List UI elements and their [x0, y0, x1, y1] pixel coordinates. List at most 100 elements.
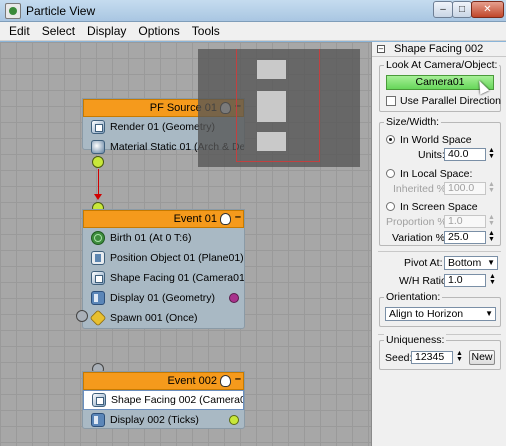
menu-edit[interactable]: Edit [3, 22, 36, 41]
inherited-spinner[interactable]: ▲ ▼ [488, 181, 495, 195]
operator-label: Display 002 (Ticks) [110, 414, 199, 426]
display-color-swatch[interactable] [229, 415, 239, 425]
title-bar[interactable]: Particle View – □ ✕ [0, 0, 506, 22]
wh-ratio-label: W/H Ratio: [399, 275, 450, 287]
spinner-down-icon: ▼ [488, 236, 495, 243]
screen-space-radio[interactable] [386, 202, 395, 211]
spawn-icon [89, 309, 107, 327]
operator-row[interactable]: Position Object 01 (Plane01) [83, 248, 244, 268]
wire-arrow-icon [94, 194, 102, 200]
geometry-render-icon [91, 120, 105, 134]
world-space-radio[interactable] [386, 135, 395, 144]
navigator-thumbnail [256, 59, 287, 80]
collapse-icon[interactable]: – [235, 211, 241, 223]
pivot-at-label: Pivot At: [404, 257, 443, 269]
wh-ratio-field[interactable]: 1.0 [444, 274, 486, 287]
orientation-group: Orientation: Align to Horizon ▼ [379, 291, 501, 327]
display-icon [91, 413, 105, 427]
operator-label: Birth 01 (At 0 T:6) [110, 232, 192, 244]
shape-facing-icon [91, 271, 105, 285]
proportion-spinner[interactable]: ▲ ▼ [488, 214, 495, 228]
menu-bar: Edit Select Display Options Tools [0, 22, 506, 41]
event-wire[interactable] [98, 169, 99, 197]
units-spinner[interactable]: ▲ ▼ [488, 147, 495, 161]
collapse-icon[interactable]: – [235, 373, 241, 385]
display-icon [91, 291, 105, 305]
use-parallel-checkbox[interactable] [386, 96, 396, 106]
inherited-label: Inherited % [393, 183, 447, 195]
close-icon: ✕ [483, 3, 492, 15]
group-label: Look At Camera/Object: [384, 59, 500, 71]
event-title: Event 01 [173, 213, 217, 225]
maximize-button[interactable]: □ [452, 1, 472, 18]
operator-row[interactable]: Spawn 001 (Once) [83, 308, 244, 328]
operator-row[interactable]: Display 002 (Ticks) [83, 410, 244, 430]
event-header[interactable]: Event 01 – [83, 210, 244, 228]
birth-icon [91, 231, 105, 245]
lightbulb-icon[interactable] [220, 375, 231, 387]
chevron-down-icon: ▼ [485, 309, 493, 318]
units-field[interactable]: 40.0 [444, 148, 486, 161]
position-icon [91, 251, 105, 265]
look-at-group: Look At Camera/Object: Camera01 Use Para… [379, 59, 501, 112]
variation-spinner[interactable]: ▲ ▼ [488, 230, 495, 244]
seed-field[interactable]: 12345 [411, 351, 453, 364]
spinner-down-icon: ▼ [488, 187, 495, 194]
seed-spinner[interactable]: ▲ ▼ [456, 350, 463, 364]
world-space-label: In World Space [400, 134, 472, 146]
operator-row[interactable]: Display 01 (Geometry) [83, 288, 244, 308]
operator-label: Display 01 (Geometry) [110, 292, 216, 304]
menu-display[interactable]: Display [81, 22, 132, 41]
variation-field[interactable]: 25.0 [444, 231, 486, 244]
size-width-group: Size/Width: In World Space Units: 40.0 ▲… [379, 116, 501, 246]
rollout-collapse-icon[interactable]: – [377, 45, 385, 53]
spinner-down-icon: ▼ [488, 220, 495, 227]
close-button[interactable]: ✕ [471, 1, 504, 18]
units-label: Units: [418, 149, 445, 161]
chevron-down-icon: ▼ [487, 258, 495, 267]
orientation-dropdown[interactable]: Align to Horizon ▼ [385, 307, 496, 321]
rollout-header[interactable]: – Shape Facing 002 [372, 42, 506, 57]
navigator-overlay[interactable] [198, 49, 360, 167]
group-label: Uniqueness: [384, 334, 447, 346]
operator-row-selected[interactable]: Shape Facing 002 (Camera01) [83, 390, 244, 410]
proportion-label: Proportion % [386, 216, 447, 228]
divider [378, 251, 501, 252]
minimize-button[interactable]: – [433, 1, 453, 18]
wh-ratio-spinner[interactable]: ▲ ▼ [489, 273, 496, 287]
screen-space-label: In Screen Space [400, 201, 478, 213]
operator-label: Spawn 001 (Once) [110, 312, 198, 324]
group-label: Size/Width: [384, 116, 442, 128]
uniqueness-group: Uniqueness: Seed: 12345 ▲ ▼ New [379, 334, 501, 370]
operator-row[interactable]: Shape Facing 01 (Camera01) [83, 268, 244, 288]
spinner-down-icon: ▼ [488, 153, 495, 160]
display-color-swatch[interactable] [229, 293, 239, 303]
operator-row[interactable]: Birth 01 (At 0 T:6) [83, 228, 244, 248]
local-space-radio[interactable] [386, 169, 395, 178]
particle-view-app-icon[interactable] [5, 3, 21, 19]
window-title: Particle View [26, 4, 96, 18]
event-header[interactable]: Event 002 – [83, 372, 244, 390]
shape-facing-icon [92, 393, 106, 407]
proportion-field[interactable]: 1.0 [444, 215, 486, 228]
menu-options[interactable]: Options [132, 22, 185, 41]
menu-select[interactable]: Select [36, 22, 81, 41]
maximize-icon: □ [458, 3, 466, 15]
group-label: Orientation: [384, 291, 443, 303]
navigator-thumbnail [256, 131, 287, 152]
minimize-icon: – [440, 3, 446, 15]
rollout-title: Shape Facing 002 [394, 43, 484, 55]
particle-flow-canvas[interactable]: PF Source 01 – Render 01 (Geometry) Mate… [0, 42, 371, 446]
parameters-panel: – Shape Facing 002 Look At Camera/Object… [371, 42, 506, 446]
use-parallel-label: Use Parallel Direction [400, 95, 501, 107]
output-connector[interactable] [92, 156, 104, 168]
pivot-at-dropdown[interactable]: Bottom ▼ [444, 256, 498, 270]
new-seed-button[interactable]: New [469, 350, 495, 365]
spawn-output-connector[interactable] [76, 310, 88, 322]
pivot-at-value: Bottom [448, 257, 482, 269]
inherited-field[interactable]: 100.0 [444, 182, 486, 195]
event-002[interactable]: Event 002 – Shape Facing 002 (Camera01) … [82, 371, 245, 429]
lightbulb-icon[interactable] [220, 213, 231, 225]
event-01[interactable]: Event 01 – Birth 01 (At 0 T:6) Position … [82, 209, 245, 329]
menu-tools[interactable]: Tools [186, 22, 226, 41]
